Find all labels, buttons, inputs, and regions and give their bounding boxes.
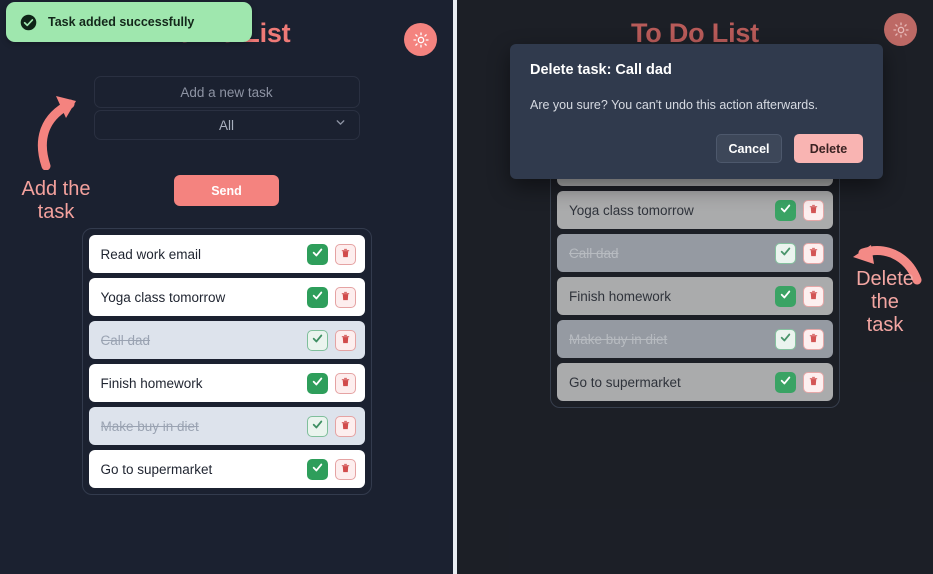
panel-left-add-task: To Do List All <box>0 0 453 574</box>
task-delete-button[interactable] <box>334 415 356 437</box>
delete-confirm-modal: Delete task: Call dad Are you sure? You … <box>510 44 883 179</box>
panel-right-delete-task: To Do List All Send <box>457 0 933 574</box>
theme-toggle-button[interactable] <box>404 23 437 56</box>
check-icon <box>311 246 324 262</box>
check-icon <box>311 375 324 391</box>
task-actions <box>306 458 356 480</box>
task-delete-button[interactable] <box>334 286 356 308</box>
check-icon <box>311 418 324 434</box>
check-icon <box>311 332 324 348</box>
trash-icon <box>340 376 351 391</box>
toast-message: Task added successfully <box>48 15 195 29</box>
cancel-button[interactable]: Cancel <box>716 134 782 163</box>
todo-app-left: To Do List All <box>0 0 453 574</box>
annotation-add-task: Add the task <box>21 178 91 223</box>
task-actions <box>306 329 356 351</box>
trash-icon <box>340 462 351 477</box>
task-label: Finish homework <box>100 375 203 391</box>
check-icon <box>311 289 324 305</box>
send-button[interactable]: Send <box>174 175 279 206</box>
filter-select-value: All <box>218 117 234 133</box>
delete-button[interactable]: Delete <box>794 134 863 163</box>
trash-icon <box>340 247 351 262</box>
chevron-down-icon <box>334 116 347 134</box>
task-complete-button[interactable] <box>306 243 328 265</box>
task-row: Read work email <box>88 235 365 273</box>
task-complete-button[interactable] <box>306 372 328 394</box>
task-list-left: Read work email Yoga class tomorrow Call d… <box>81 228 372 495</box>
toast-notification: Task added successfully <box>6 2 252 42</box>
filter-select[interactable]: All <box>93 110 360 140</box>
task-form: All Send <box>93 76 360 206</box>
task-actions <box>306 243 356 265</box>
task-label: Call dad <box>100 332 151 348</box>
task-complete-button[interactable] <box>306 329 328 351</box>
modal-body-text: Are you sure? You can't undo this action… <box>530 98 818 112</box>
task-row: Finish homework <box>88 364 365 402</box>
task-label: Go to supermarket <box>100 461 213 477</box>
task-row: Make buy in diet <box>88 407 365 445</box>
screenshot-root: To Do List All <box>0 0 933 574</box>
task-delete-button[interactable] <box>334 329 356 351</box>
task-label: Make buy in diet <box>100 418 199 434</box>
trash-icon <box>340 419 351 434</box>
task-label: Yoga class tomorrow <box>100 289 226 305</box>
sun-icon <box>412 31 429 48</box>
task-delete-button[interactable] <box>334 458 356 480</box>
curved-arrow-up-right-icon <box>26 92 90 175</box>
task-label: Read work email <box>100 246 202 262</box>
task-complete-button[interactable] <box>306 415 328 437</box>
task-delete-button[interactable] <box>334 243 356 265</box>
check-circle-icon <box>20 14 37 31</box>
new-task-input[interactable] <box>93 76 360 108</box>
check-icon <box>311 461 324 477</box>
task-delete-button[interactable] <box>334 372 356 394</box>
task-row: Call dad <box>88 321 365 359</box>
task-actions <box>306 372 356 394</box>
modal-title: Delete task: Call dad <box>530 62 672 78</box>
trash-icon <box>340 333 351 348</box>
task-complete-button[interactable] <box>306 458 328 480</box>
task-row: Go to supermarket <box>88 450 365 488</box>
modal-actions: Cancel Delete <box>530 134 863 163</box>
task-actions <box>306 286 356 308</box>
task-actions <box>306 415 356 437</box>
task-row: Yoga class tomorrow <box>88 278 365 316</box>
task-complete-button[interactable] <box>306 286 328 308</box>
trash-icon <box>340 290 351 305</box>
